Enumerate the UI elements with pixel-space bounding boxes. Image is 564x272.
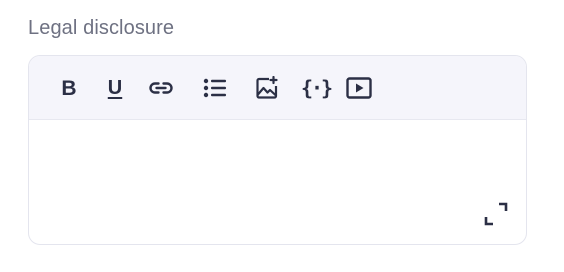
insert-video-button[interactable] — [344, 73, 374, 103]
expand-editor-button[interactable] — [484, 202, 508, 226]
rich-text-editor: B U {·} — [28, 55, 527, 245]
bold-button[interactable]: B — [54, 73, 84, 103]
code-variable-button[interactable]: {·} — [300, 73, 333, 103]
play-video-icon — [346, 77, 372, 99]
underline-icon: U — [107, 77, 123, 99]
field-label: Legal disclosure — [28, 17, 175, 39]
editor-toolbar: B U {·} — [29, 56, 526, 120]
bold-icon: B — [61, 76, 77, 100]
bulleted-list-button[interactable] — [200, 73, 230, 103]
expand-icon — [484, 202, 508, 226]
curly-braces-icon: {·} — [300, 76, 333, 100]
image-add-icon — [256, 76, 278, 99]
underline-button[interactable]: U — [100, 73, 130, 103]
bulleted-list-icon — [203, 78, 226, 98]
legal-disclosure-field: Legal disclosure B U {·} — [28, 14, 527, 245]
editor-content-area[interactable] — [29, 120, 526, 244]
link-button[interactable] — [146, 73, 176, 103]
insert-image-button[interactable] — [252, 73, 282, 103]
link-icon — [149, 82, 173, 94]
